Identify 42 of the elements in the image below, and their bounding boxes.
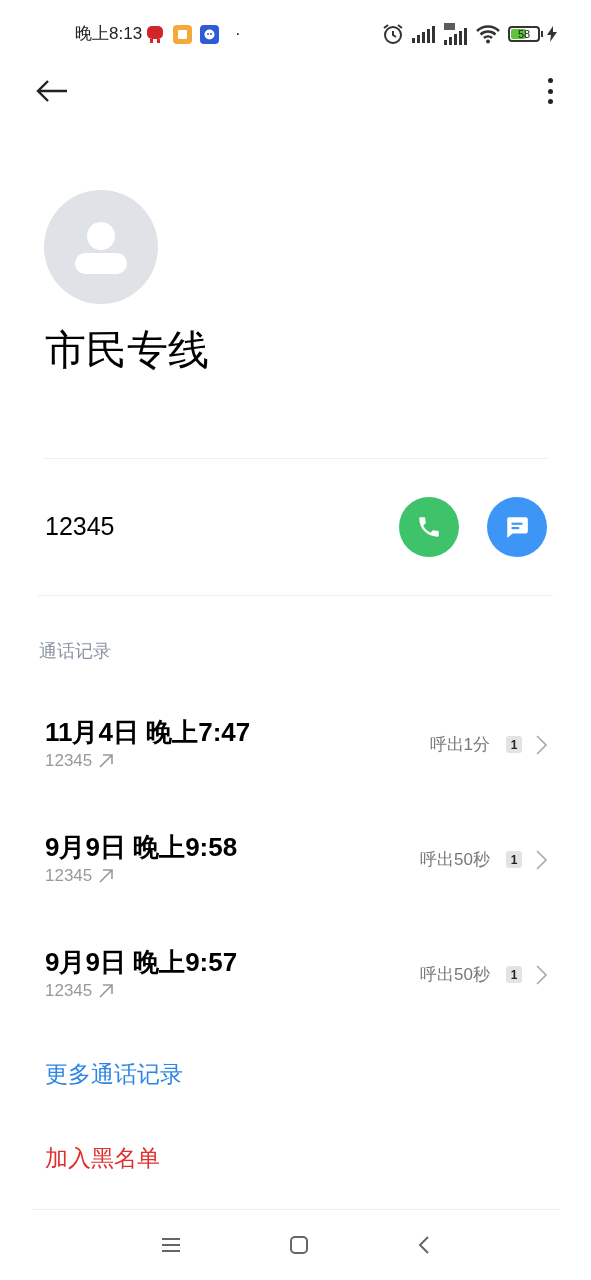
chevron-right-icon <box>536 849 547 870</box>
wifi-icon <box>476 24 500 44</box>
message-icon <box>504 514 530 540</box>
call-count: 1 <box>506 851 522 868</box>
back-nav-button[interactable] <box>417 1236 430 1254</box>
app-icon <box>173 24 193 44</box>
call-time: 11月4日 晚上7:47 <box>45 715 252 748</box>
menu-button[interactable] <box>161 1237 180 1253</box>
call-time: 9月9日 晚上9:58 <box>45 830 239 863</box>
section-title: 通话记录 <box>38 640 112 663</box>
outgoing-arrow-icon <box>98 982 115 999</box>
chevron-right-icon <box>536 964 547 985</box>
chevron-right-icon <box>536 734 547 755</box>
call-summary: 呼出50秒 <box>420 963 490 986</box>
call-summary: 呼出1分 <box>429 733 490 756</box>
outgoing-arrow-icon <box>98 867 115 884</box>
outgoing-arrow-icon <box>98 752 115 769</box>
call-count: 1 <box>506 966 522 983</box>
block-button[interactable]: 加入黑名单 <box>45 1142 160 1174</box>
phone-number: 12345 <box>45 511 116 543</box>
call-time: 9月9日 晚上9:57 <box>45 945 239 978</box>
call-summary: 呼出50秒 <box>420 848 490 871</box>
call-log-item[interactable]: 9月9日 晚上9:57 12345 呼出50秒 1 <box>0 917 591 1032</box>
alarm-icon <box>382 23 404 45</box>
message-button[interactable] <box>487 497 547 557</box>
home-button[interactable] <box>289 1236 308 1254</box>
contact-name: 市民专线 <box>44 326 210 375</box>
hd-signal-icon <box>444 23 470 45</box>
call-number: 12345 <box>45 749 93 772</box>
charging-icon <box>547 26 557 42</box>
phone-icon <box>416 514 442 540</box>
signal-icon <box>412 25 438 43</box>
call-number: 12345 <box>45 979 93 1002</box>
more-history-link[interactable]: 更多通话记录 <box>45 1058 183 1090</box>
notification-dot: · <box>235 23 241 46</box>
call-log-item[interactable]: 9月9日 晚上9:58 12345 呼出50秒 1 <box>0 802 591 917</box>
app-icon <box>145 24 166 44</box>
status-time: 晚上8:13 <box>75 23 143 46</box>
call-count: 1 <box>506 736 522 753</box>
app-icon <box>200 24 220 44</box>
call-log-item[interactable]: 11月4日 晚上7:47 12345 呼出1分 1 <box>0 687 591 802</box>
call-number: 12345 <box>45 864 93 887</box>
